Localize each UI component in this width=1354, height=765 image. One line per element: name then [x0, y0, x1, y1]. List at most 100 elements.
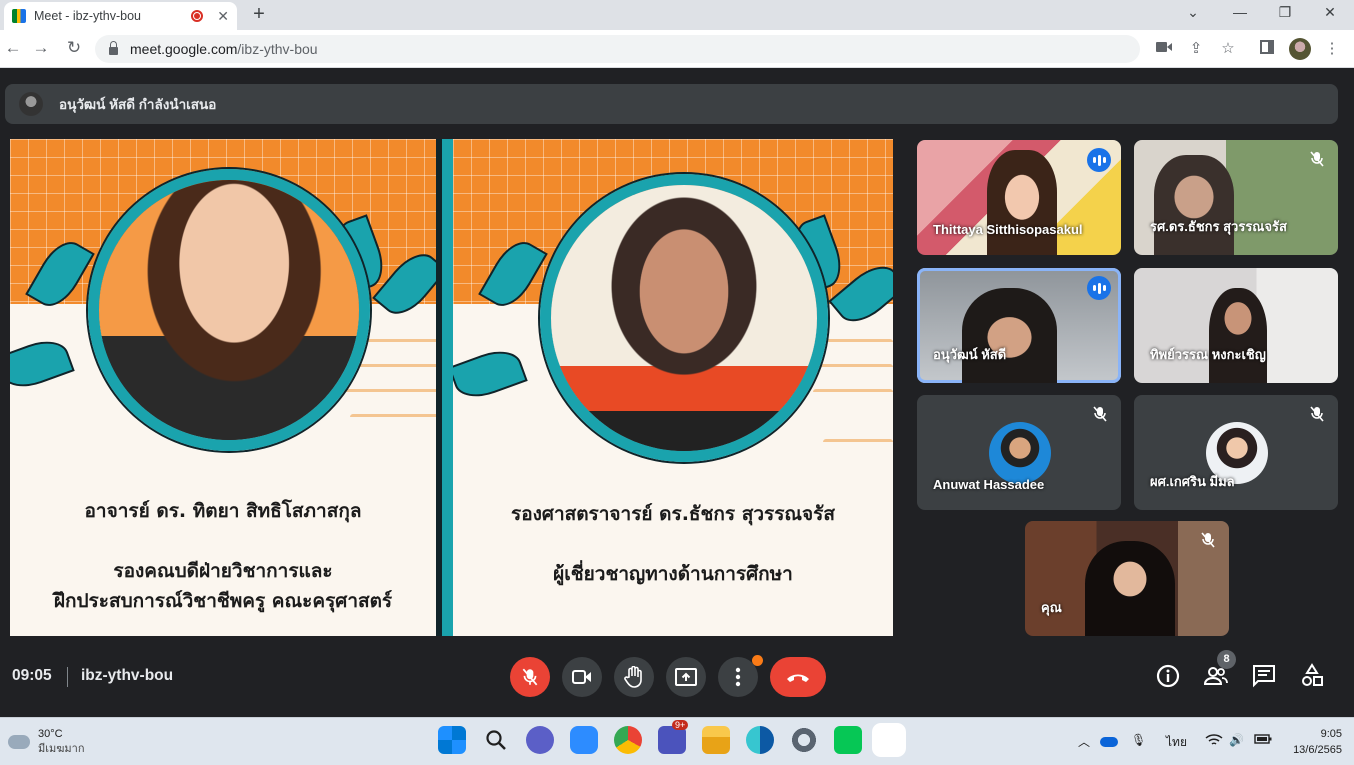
weather-widget[interactable]: 30°C มีเมฆมาก: [8, 727, 85, 757]
meeting-code: ibz-ythv-bou: [81, 667, 174, 684]
participant-name: รศ.ดร.ธัชกร สุวรรณจรัส: [1150, 219, 1287, 234]
mic-toggle-button[interactable]: [510, 657, 550, 697]
tab-search-icon[interactable]: ⌄: [1178, 4, 1208, 21]
participant-tile[interactable]: Thittaya Sitthisopasakul: [917, 140, 1121, 255]
url-host: meet.google.com: [130, 41, 238, 57]
close-window-icon[interactable]: ✕: [1315, 4, 1345, 21]
participant-tile[interactable]: Anuwat Hassadee: [917, 395, 1121, 510]
share-icon[interactable]: ⇪: [1187, 40, 1205, 58]
minimize-icon[interactable]: —: [1225, 4, 1255, 20]
hand-icon: [624, 666, 642, 688]
microphone-icon[interactable]: 🎙: [1131, 733, 1146, 747]
address-bar[interactable]: meet.google.com/ibz-ythv-bou: [95, 35, 1140, 63]
meeting-controls-bar: 09:05 ibz-ythv-bou 8: [0, 649, 1354, 709]
participant-video: [1154, 155, 1234, 255]
settings-gear-icon[interactable]: [790, 726, 818, 754]
clock-time: 9:05: [1320, 728, 1342, 740]
participant-video: [1209, 288, 1267, 383]
clock-date: 13/6/2565: [1293, 744, 1342, 756]
search-icon[interactable]: [482, 726, 510, 754]
weather-condition: มีเมฆมาก: [38, 743, 85, 755]
mic-off-icon: [1310, 406, 1324, 422]
chrome-icon[interactable]: [614, 726, 642, 754]
input-language[interactable]: ไทย: [1166, 733, 1187, 752]
present-icon: [675, 668, 697, 686]
forward-icon[interactable]: →: [30, 38, 52, 58]
participant-name: อนุวัฒน์ หัสดี: [933, 347, 1007, 362]
meeting-details-button[interactable]: [1155, 663, 1181, 689]
leave-call-button[interactable]: [770, 657, 826, 697]
participant-tile[interactable]: ผศ.เกศริน มีมล: [1134, 395, 1338, 510]
portrait-frame: [540, 174, 828, 462]
mic-off-icon: [1201, 532, 1215, 548]
reload-icon[interactable]: ↻: [63, 38, 85, 58]
close-tab-icon[interactable]: ✕: [217, 8, 229, 25]
meeting-time: 09:05: [12, 667, 52, 684]
edge-icon[interactable]: [746, 726, 774, 754]
speaking-indicator-icon: [1087, 276, 1111, 300]
mic-off-icon: [522, 668, 538, 686]
people-button[interactable]: [1203, 663, 1229, 689]
menu-dots-icon[interactable]: ⋮: [1323, 40, 1341, 58]
slide-speaker-role: รองคณบดีฝ่ายวิชาการและ: [113, 560, 333, 582]
snipping-tool-icon[interactable]: [875, 726, 903, 754]
presenting-text: อนุวัฒน์ หัสดี กำลังนำเสนอ: [59, 97, 217, 112]
browser-tab-strip: Meet - ibz-ythv-bou ✕ + ⌄ — ❐ ✕: [0, 0, 1354, 30]
profile-avatar[interactable]: [1289, 38, 1311, 60]
side-panel-icon[interactable]: [1258, 40, 1276, 58]
self-view-tile[interactable]: คุณ: [1025, 521, 1229, 636]
show-hidden-icons-icon[interactable]: ︿: [1078, 733, 1090, 750]
back-icon[interactable]: ←: [2, 38, 24, 58]
camera-permission-icon[interactable]: [1155, 40, 1173, 58]
new-tab-button[interactable]: +: [248, 3, 270, 26]
presentation-view[interactable]: อาจารย์ ดร. ทิตยา สิทธิโสภาสกุล รองคณบดี…: [10, 139, 893, 636]
cloud-icon: [8, 735, 30, 749]
slide-speaker-name: รองศาสตราจารย์ ดร.ธัชกร สุวรรณจรัส: [510, 503, 835, 525]
temperature: 30°C: [38, 728, 63, 740]
activities-button[interactable]: [1299, 663, 1325, 689]
camera-toggle-button[interactable]: [562, 657, 602, 697]
slide-panel-left: อาจารย์ ดร. ทิตยา สิทธิโสภาสกุล รองคณบดี…: [10, 139, 436, 636]
bookmark-star-icon[interactable]: ☆: [1219, 40, 1237, 58]
participant-video: [962, 288, 1057, 383]
tab-title: Meet - ibz-ythv-bou: [34, 9, 141, 23]
browser-tab[interactable]: Meet - ibz-ythv-bou ✕: [4, 2, 237, 30]
slide-panel-right: รองศาสตราจารย์ ดร.ธัชกร สุวรรณจรัส ผู้เช…: [453, 139, 893, 636]
people-icon: [1203, 667, 1228, 685]
slide-speaker-role: ผู้เชี่ยวชาญทางด้านการศึกษา: [553, 563, 793, 585]
wifi-icon[interactable]: [1205, 733, 1223, 750]
lock-icon: [109, 41, 118, 55]
slide-divider: [436, 139, 453, 636]
volume-icon[interactable]: 🔊: [1229, 733, 1244, 747]
notification-dot: [752, 655, 763, 666]
meet-favicon-icon: [12, 9, 26, 23]
more-vert-icon: [735, 667, 741, 687]
restore-icon[interactable]: ❐: [1270, 4, 1300, 21]
teams-chat-icon[interactable]: [526, 726, 554, 754]
zoom-icon[interactable]: [570, 726, 598, 754]
participant-avatar: [989, 422, 1051, 484]
start-menu-icon[interactable]: [438, 726, 466, 754]
end-call-icon: [787, 674, 809, 682]
slide-speaker-role: ฝึกประสบการณ์วิชาชีพครู คณะครุศาสตร์: [53, 590, 393, 612]
present-screen-button[interactable]: [666, 657, 706, 697]
system-clock[interactable]: 9:05 13/6/2565: [1293, 726, 1342, 758]
presenter-avatar: [19, 92, 43, 116]
file-explorer-icon[interactable]: [702, 726, 730, 754]
participant-tile[interactable]: ทิพย์วรรณ หงกะเชิญ: [1134, 268, 1338, 383]
portrait-frame: [88, 169, 370, 451]
participant-tile[interactable]: รศ.ดร.ธัชกร สุวรรณจรัส: [1134, 140, 1338, 255]
line-app-icon[interactable]: [834, 726, 862, 754]
activities-shapes-icon: [1302, 663, 1323, 686]
onedrive-icon[interactable]: [1100, 737, 1118, 747]
battery-icon[interactable]: [1254, 733, 1272, 748]
teams-icon[interactable]: 9+: [658, 720, 689, 754]
os-taskbar: 30°C มีเมฆมาก 9+ ︿ 🎙 ไทย 🔊 9:05 13/6/256…: [0, 717, 1354, 765]
chat-button[interactable]: [1251, 663, 1277, 689]
teams-badge: 9+: [672, 720, 689, 730]
recording-icon: [191, 10, 204, 22]
video-camera-icon: [572, 670, 591, 684]
participant-tile-active[interactable]: อนุวัฒน์ หัสดี: [917, 268, 1121, 383]
raise-hand-button[interactable]: [614, 657, 654, 697]
presenting-banner: อนุวัฒน์ หัสดี กำลังนำเสนอ: [5, 84, 1338, 124]
